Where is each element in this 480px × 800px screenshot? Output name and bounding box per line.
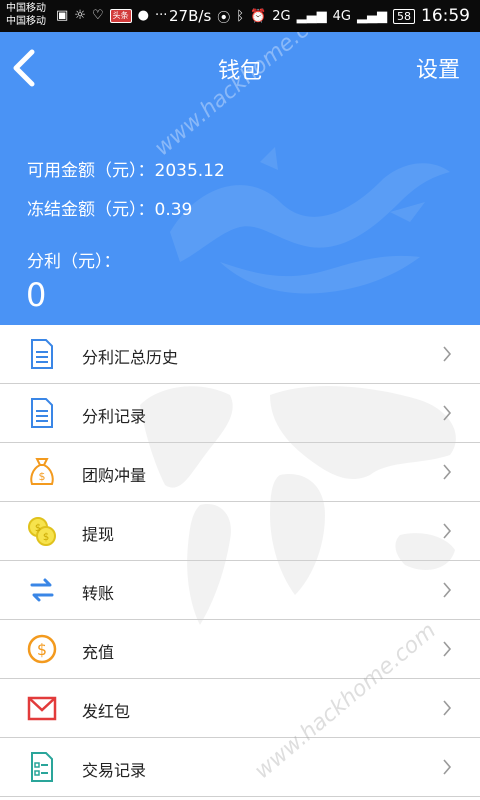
transfer-arrows-icon [30,578,54,602]
toutiao-icon: 头条 [109,9,132,23]
menu-item-label: 充值 [82,643,115,662]
menu-item-label: 团购冲量 [82,466,147,485]
status-bar: 中国移动 中国移动 ▣ ☼ ♡ 头条 ● ··· 27B/s ⦿ ᛒ ⏰ 2G … [0,0,480,32]
carrier-2: 中国移动 [6,16,46,27]
bluetooth-icon: ᛒ [236,8,245,24]
svg-text:$: $ [37,640,47,659]
heart-icon: ♡ [91,8,104,23]
battery-icon: 58 [393,8,415,24]
network-4g: 4G [332,8,351,24]
chevron-right-icon [443,346,452,362]
carrier-labels: 中国移动 中国移动 [6,2,46,28]
menu-item-transfer[interactable]: 转账 [0,561,480,620]
frozen-balance: 冻结金额（元）：0.39 [27,195,192,220]
available-balance-label: 可用金额（元）： [27,161,155,181]
alarm-icon: ⏰ [250,8,267,24]
frozen-balance-value: 0.39 [154,200,193,220]
menu-item-label: 提现 [82,525,115,544]
chevron-right-icon [443,582,452,598]
document-icon [31,398,53,428]
settings-button[interactable]: 设置 [416,52,460,84]
frozen-balance-label: 冻结金额（元）： [27,200,155,220]
svg-text:$: $ [39,470,46,483]
coins-icon: $ $ [28,517,56,546]
status-left-icons: ▣ ☼ ♡ 头条 ● ··· [56,7,167,25]
dollar-circle-icon: $ [27,634,57,664]
available-balance-value: 2035.12 [154,161,225,181]
menu-item-label: 分利记录 [82,407,147,426]
money-bag-icon: $ [30,458,54,485]
chevron-right-icon [443,700,452,716]
wechat-icon: ● [137,8,149,23]
menu-item-label: 交易记录 [82,761,147,780]
sun-icon: ☼ [74,8,86,23]
svg-text:$: $ [35,523,41,534]
chevron-right-icon [443,464,452,480]
available-balance: 可用金额（元）：2035.12 [27,156,225,181]
profit-label: 分利（元）： [27,252,121,272]
menu-item-transaction-records[interactable]: 交易记录 [0,738,480,797]
checklist-icon [31,752,53,782]
wallet-header: 钱包 设置 可用金额（元）：2035.12 冻结金额（元）：0.39 分利（元）… [0,32,480,325]
wallet-screen: 中国移动 中国移动 ▣ ☼ ♡ 头条 ● ··· 27B/s ⦿ ᛒ ⏰ 2G … [0,0,480,800]
profit-value: 0 [26,276,47,314]
more-icon: ··· [154,8,168,23]
svg-text:$: $ [43,532,49,543]
menu-item-label: 发红包 [82,702,131,721]
signal-icon: ▂▄▆ [296,8,327,24]
network-speed: 27B/s [169,7,212,25]
status-right: 27B/s ⦿ ᛒ ⏰ 2G ▂▄▆ 4G ▂▄▆ 58 16:59 [169,6,470,26]
menu-item-group-buy[interactable]: $ 团购冲量 [0,443,480,502]
chevron-right-icon [443,405,452,421]
clock: 16:59 [421,6,470,26]
wallet-menu: 分利汇总历史 分利记录 $ 团购冲量 $ $ 提现 转账 $ 充值 发红包 交易… [0,325,480,800]
menu-item-label: 转账 [82,584,115,603]
menu-item-label: 分利汇总历史 [82,348,179,367]
image-icon: ▣ [56,8,69,23]
network-2g: 2G [272,8,291,24]
envelope-icon [27,696,57,721]
menu-item-profit-records[interactable]: 分利记录 [0,384,480,443]
chevron-right-icon [443,523,452,539]
location-icon: ⦿ [217,10,231,26]
carrier-1: 中国移动 [6,3,46,14]
chevron-right-icon [443,759,452,775]
chevron-right-icon [443,641,452,657]
menu-item-withdraw[interactable]: $ $ 提现 [0,502,480,561]
signal-icon-2: ▂▄▆ [357,8,387,24]
document-icon [31,339,53,369]
menu-item-red-packet[interactable]: 发红包 [0,679,480,738]
menu-item-profit-summary-history[interactable]: 分利汇总历史 [0,325,480,384]
